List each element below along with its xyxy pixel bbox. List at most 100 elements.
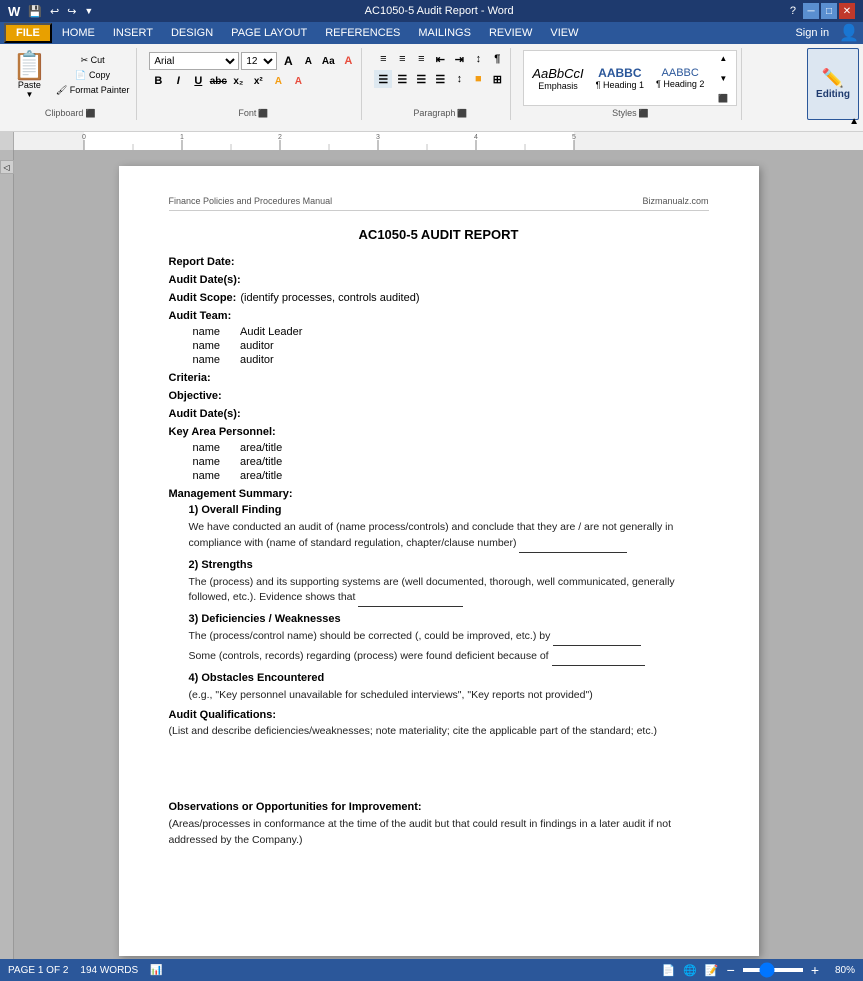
styles-scroll-up[interactable]: ▲ [714,49,732,67]
increase-font-size-btn[interactable]: A [279,52,297,70]
sign-in-button[interactable]: Sign in [787,27,837,39]
insert-menu[interactable]: INSERT [105,25,161,41]
paragraph-expand-icon[interactable]: ⬛ [457,109,467,118]
zoom-slider[interactable] [743,968,803,972]
restore-btn[interactable]: □ [821,3,837,19]
align-left-btn[interactable]: ☰ [374,70,392,88]
italic-button[interactable]: I [169,72,187,90]
key-person-2-role[interactable]: area/title [240,456,282,468]
help-btn[interactable]: ? [785,3,801,19]
audit-scope-label: Audit Scope: [169,292,237,304]
view-outline-btn[interactable]: 📝 [705,964,719,977]
styles-expand-icon[interactable]: ⬛ [639,109,649,118]
review-menu[interactable]: REVIEW [481,25,540,41]
bold-button[interactable]: B [149,72,167,90]
zoom-in-btn[interactable]: + [811,962,819,978]
quick-access-redo[interactable]: ↪ [67,5,76,18]
paste-button[interactable]: 📋 Paste ▼ [8,50,51,101]
superscript-button[interactable]: x² [249,72,267,90]
zoom-out-btn[interactable]: − [727,962,735,978]
design-menu[interactable]: DESIGN [163,25,221,41]
view-menu[interactable]: VIEW [542,25,586,41]
key-person-2-name[interactable]: name [193,456,221,468]
team-member-3-name[interactable]: name [193,354,221,366]
page-layout-menu[interactable]: PAGE LAYOUT [223,25,315,41]
format-painter-button[interactable]: 🖌 Format Painter [53,84,132,97]
section-3-blank1[interactable] [553,629,641,646]
section-2-blank[interactable] [358,590,463,607]
underline-button[interactable]: U [189,72,207,90]
file-menu[interactable]: FILE [4,23,52,43]
sort-btn[interactable]: ↕ [469,50,487,68]
strikethrough-button[interactable]: abc [209,72,227,90]
align-center-btn[interactable]: ☰ [393,70,411,88]
styles-scroll-down[interactable]: ▼ [714,69,732,87]
home-menu[interactable]: HOME [54,25,103,41]
borders-btn[interactable]: ⊞ [488,70,506,88]
team-member-1-name[interactable]: name [193,326,221,338]
observations-text[interactable]: (Areas/processes in conformance at the t… [169,817,709,849]
style-heading1[interactable]: AABBC ¶ Heading 1 [592,64,648,92]
quick-access-customize[interactable]: ▼ [84,6,93,16]
clipboard-expand-icon[interactable]: ⬛ [85,109,95,118]
quick-access-save[interactable]: 💾 [28,5,42,18]
document-area[interactable]: Finance Policies and Procedures Manual B… [14,150,863,961]
key-person-3-name[interactable]: name [193,470,221,482]
close-btn[interactable]: ✕ [839,3,855,19]
key-person-1-role[interactable]: area/title [240,442,282,454]
quick-access-undo[interactable]: ↩ [50,5,59,18]
section-3-text1[interactable]: The (process/control name) should be cor… [189,629,709,646]
team-member-2-name[interactable]: name [193,340,221,352]
font-family-select[interactable]: Arial [149,52,239,70]
numbering-btn[interactable]: ≡ [393,50,411,68]
font-expand-icon[interactable]: ⬛ [258,109,268,118]
minimize-btn[interactable]: ─ [803,3,819,19]
clear-format-btn[interactable]: A [339,52,357,70]
editing-panel[interactable]: ✏️ Editing [807,48,859,120]
section-1-blank[interactable] [519,536,627,553]
increase-indent-btn[interactable]: ⇥ [450,50,468,68]
word-count-icon[interactable]: 📊 [150,965,162,976]
team-member-1-role[interactable]: Audit Leader [240,326,302,338]
show-hide-btn[interactable]: ¶ [488,50,506,68]
left-ruler-toggle[interactable]: ◁ [0,160,14,174]
mailings-menu[interactable]: MAILINGS [410,25,479,41]
zoom-level[interactable]: 80% [827,965,855,976]
change-case-btn[interactable]: Aa [319,52,337,70]
references-menu[interactable]: REFERENCES [317,25,408,41]
section-4-text[interactable]: (e.g., "Key personnel unavailable for sc… [189,688,709,704]
style-emphasis[interactable]: AaBbCcI Emphasis [528,64,587,93]
audit-scope-value[interactable]: (identify processes, controls audited) [240,292,419,304]
align-right-btn[interactable]: ☰ [412,70,430,88]
highlight-button[interactable]: A [269,72,287,90]
key-person-1-name[interactable]: name [193,442,221,454]
subscript-button[interactable]: x₂ [229,72,247,90]
line-spacing-btn[interactable]: ↕ [450,70,468,88]
style-heading2[interactable]: AABBC ¶ Heading 2 [652,65,708,91]
svg-text:2: 2 [278,134,282,141]
shading-btn[interactable]: ■ [469,70,487,88]
styles-expand[interactable]: ⬛ [714,89,732,107]
justify-btn[interactable]: ☰ [431,70,449,88]
section-3-blank2[interactable] [552,649,645,666]
section-2-text[interactable]: The (process) and its supporting systems… [189,575,709,608]
decrease-font-size-btn[interactable]: A [299,52,317,70]
view-print-btn[interactable]: 📄 [662,964,676,977]
bullets-btn[interactable]: ≡ [374,50,392,68]
font-color-button[interactable]: A [289,72,307,90]
team-member-2-role[interactable]: auditor [240,340,274,352]
ribbon-collapse-btn[interactable]: ▲ [849,116,859,127]
section-3-text2[interactable]: Some (controls, records) regarding (proc… [189,649,709,666]
multilevel-btn[interactable]: ≡ [412,50,430,68]
audit-qualifications-text[interactable]: (List and describe deficiencies/weakness… [169,725,709,737]
user-icon[interactable]: 👤 [839,23,859,43]
document-title[interactable]: AC1050-5 AUDIT REPORT [169,227,709,242]
font-size-select[interactable]: 12 [241,52,277,70]
cut-button[interactable]: ✂ Cut [53,54,132,67]
decrease-indent-btn[interactable]: ⇤ [431,50,449,68]
view-web-btn[interactable]: 🌐 [683,964,697,977]
team-member-3-role[interactable]: auditor [240,354,274,366]
section-1-text[interactable]: We have conducted an audit of (name proc… [189,520,709,553]
copy-button[interactable]: 📄 Copy [53,69,132,82]
key-person-3-role[interactable]: area/title [240,470,282,482]
